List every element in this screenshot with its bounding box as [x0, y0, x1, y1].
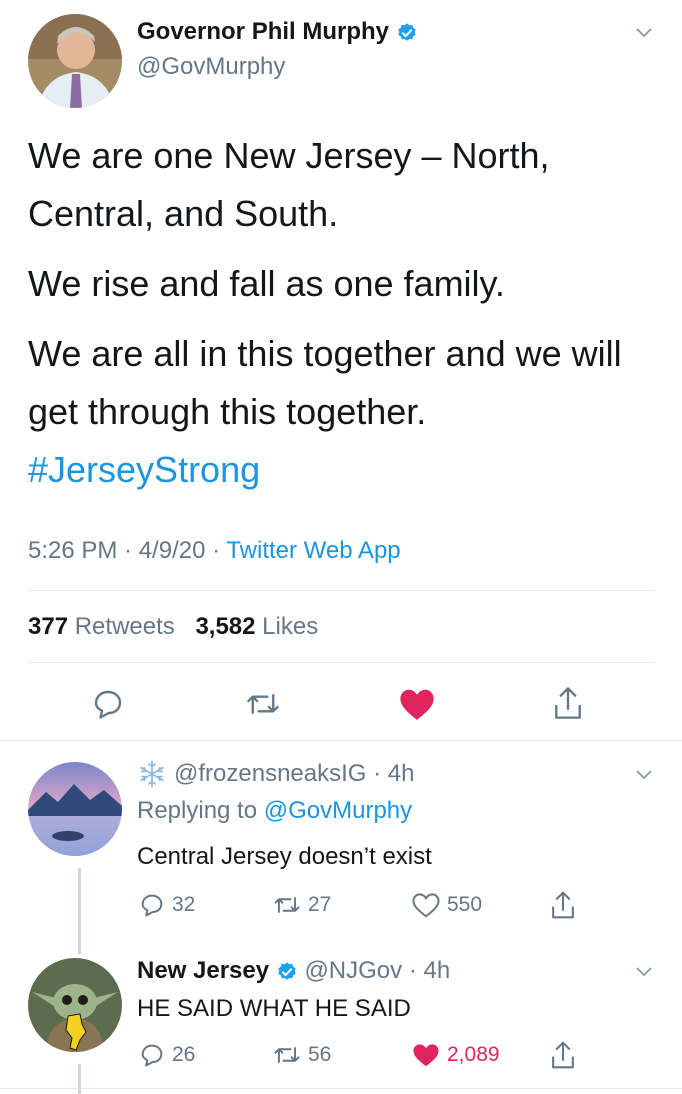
share-icon[interactable]	[548, 1039, 578, 1071]
verified-badge-icon	[397, 23, 416, 41]
author-name-row: New Jersey @NJGov · 4h	[137, 957, 450, 985]
retweets-count: 377	[28, 613, 69, 640]
timestamp-row: 5:26 PM · 4/9/20 · Twitter Web App	[28, 537, 401, 565]
retweet-action[interactable]: 56	[272, 1041, 331, 1069]
handle[interactable]: @GovMurphy	[137, 53, 285, 81]
chevron-down-icon[interactable]	[636, 967, 652, 977]
handle-time[interactable]: @frozensneaksIG · 4h	[174, 760, 414, 788]
display-name[interactable]: New Jersey	[137, 957, 269, 984]
retweet-action[interactable]: 27	[272, 891, 331, 919]
likes-count: 3,582	[195, 613, 256, 640]
reply-action[interactable]: 26	[138, 1041, 195, 1069]
chevron-down-icon[interactable]	[636, 28, 652, 38]
retweets-label: Retweets	[68, 613, 175, 640]
reply-icon	[141, 894, 163, 917]
avatar[interactable]	[28, 14, 122, 108]
heart-icon[interactable]	[398, 686, 436, 722]
reply-count: 26	[172, 1043, 196, 1066]
handle-time[interactable]: @NJGov · 4h	[304, 957, 450, 984]
divider	[28, 662, 654, 663]
tweet-text-line: We rise and fall as one family.	[28, 263, 505, 304]
hashtag-link[interactable]: #JerseyStrong	[28, 441, 668, 499]
replying-to-label: Replying to	[137, 797, 264, 824]
tweet-text-line: We are one New Jersey – North,	[28, 135, 550, 176]
share-icon[interactable]	[548, 889, 578, 921]
divider	[0, 740, 682, 741]
source-link[interactable]: Twitter Web App	[226, 537, 400, 564]
like-count: 2,089	[447, 1043, 500, 1066]
author-name-row: Governor Phil Murphy	[137, 18, 418, 46]
divider	[28, 590, 654, 591]
retweet-count: 56	[308, 1043, 332, 1066]
tweet-text-line: We are all in this together and we will	[28, 333, 622, 374]
likes-stat[interactable]: 3,582 Likes	[195, 613, 318, 640]
display-name[interactable]: Governor Phil Murphy	[137, 18, 389, 45]
retweets-stat[interactable]: 377 Retweets	[28, 613, 175, 640]
avatar[interactable]	[28, 762, 122, 856]
engagement-counts: 377 Retweets 3,582 Likes	[28, 613, 318, 641]
thread-line	[78, 868, 81, 954]
like-action[interactable]: 2,089	[411, 1041, 500, 1069]
tweet-body: We are one New Jersey – North, Central, …	[28, 127, 668, 499]
reply-icon[interactable]	[90, 686, 126, 722]
tweet-text-line: get through this together.	[28, 391, 427, 432]
divider	[0, 1088, 682, 1089]
heart-icon	[412, 893, 440, 918]
reply-text: HE SAID WHAT HE SAID	[137, 995, 411, 1022]
retweet-icon[interactable]	[244, 686, 282, 722]
retweet-icon	[274, 897, 300, 913]
snowflake-icon	[140, 760, 164, 788]
like-count: 550	[447, 893, 483, 916]
share-icon[interactable]	[550, 684, 586, 722]
avatar[interactable]	[28, 958, 122, 1052]
replying-to-handle[interactable]: @GovMurphy	[264, 797, 412, 824]
like-action[interactable]: 550	[411, 891, 482, 919]
timestamp[interactable]: 5:26 PM · 4/9/20 ·	[28, 537, 226, 564]
thread-line	[78, 1064, 81, 1094]
retweet-count: 27	[308, 893, 332, 916]
tweet-text-line: Central, and South.	[28, 193, 339, 234]
reply-count: 32	[172, 893, 196, 916]
verified-badge-icon	[278, 962, 296, 980]
likes-label: Likes	[255, 613, 319, 640]
reply-text: Central Jersey doesn’t exist	[137, 843, 432, 870]
heart-icon	[413, 1044, 439, 1067]
retweet-icon	[274, 1047, 300, 1063]
chevron-down-icon[interactable]	[636, 770, 652, 780]
replying-to: Replying to @GovMurphy	[137, 797, 412, 825]
reply-icon	[141, 1044, 163, 1067]
reply-action[interactable]: 32	[138, 891, 195, 919]
